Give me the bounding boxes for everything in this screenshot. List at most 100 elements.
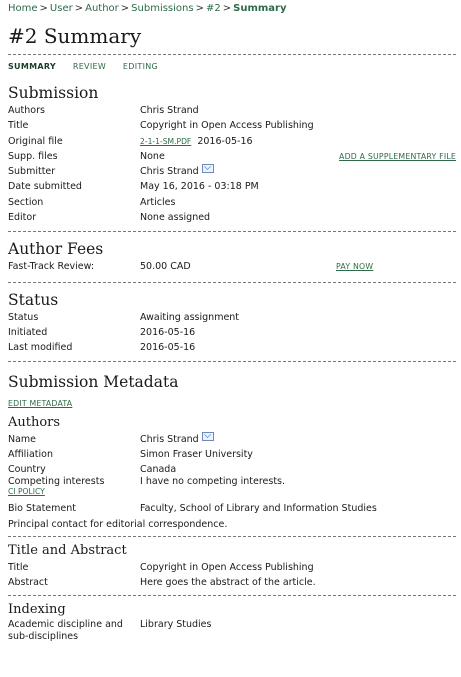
tab-review[interactable]: REVIEW <box>73 62 106 71</box>
breadcrumb-sep: > <box>120 3 130 14</box>
table-row: Bio Statement Faculty, School of Library… <box>8 501 456 516</box>
principal-contact-note: Principal contact for editorial correspo… <box>8 518 228 530</box>
section-value: Articles <box>140 196 176 208</box>
affiliation-label: Affiliation <box>8 448 53 460</box>
original-file-link[interactable]: 2-1-1-SM.PDF <box>140 137 191 146</box>
submitter-name: Chris Strand <box>140 166 199 178</box>
edit-metadata-link[interactable]: EDIT METADATA <box>8 399 72 408</box>
original-file-value: 2-1-1-SM.PDF 2016-05-16 <box>140 134 329 149</box>
original-file-label: Original file <box>8 135 63 147</box>
breadcrumb: Home > User > Author > Submissions > #2 > Summary <box>8 2 456 15</box>
title-value: Copyright in Open Access Publishing <box>140 120 314 132</box>
table-row: Authors Chris Strand <box>8 103 456 118</box>
breadcrumb-sep: > <box>39 3 48 14</box>
table-row: Original file 2-1-1-SM.PDF 2016-05-16 <box>8 134 456 149</box>
name-value: Chris Strand <box>140 431 456 447</box>
table-row: Fast-Track Review: 50.00 CAD PAY NOW <box>8 259 456 274</box>
status-label: Status <box>8 311 39 323</box>
table-row: Submitter Chris Strand <box>8 164 456 179</box>
tab-editing[interactable]: EDITING <box>123 62 158 71</box>
bio-statement-value: Faculty, School of Library and Informati… <box>140 503 377 515</box>
authors-heading: Authors <box>8 414 61 430</box>
status-heading: Status <box>8 290 59 309</box>
table-row: Title Copyright in Open Access Publishin… <box>8 560 456 575</box>
table-row: Competing interests CI POLICY I have no … <box>8 477 456 501</box>
breadcrumb-submission-id[interactable]: #2 <box>206 3 221 14</box>
submission-section: Submission Authors Chris Strand Title Co… <box>8 83 456 225</box>
breadcrumb-sep: > <box>222 3 232 14</box>
fast-track-label: Fast-Track Review: <box>8 261 95 273</box>
indexing-table: Academic discipline and sub-disciplines … <box>8 619 456 643</box>
country-label: Country <box>8 464 46 476</box>
last-modified-label: Last modified <box>8 342 73 354</box>
breadcrumb-submissions[interactable]: Submissions <box>131 3 193 14</box>
tab-summary[interactable]: SUMMARY <box>8 62 56 71</box>
ta-title-value: Copyright in Open Access Publishing <box>140 562 314 574</box>
add-supplementary-file-link[interactable]: ADD A SUPPLEMENTARY FILE <box>339 152 456 161</box>
author-fees-section: Author Fees Fast-Track Review: 50.00 CAD… <box>8 239 456 274</box>
authors-label: Authors <box>8 105 45 116</box>
last-modified-value: 2016-05-16 <box>140 342 196 354</box>
affiliation-value: Simon Fraser University <box>140 448 253 460</box>
table-row: Affiliation Simon Fraser University <box>8 447 456 462</box>
editor-label: Editor <box>8 212 37 224</box>
authors-value: Chris Strand <box>140 105 199 116</box>
discipline-value: Library Studies <box>140 618 212 630</box>
supp-files-value: None <box>140 150 165 162</box>
author-details-table: Name Chris Strand Affiliation Simon Fras… <box>8 431 456 532</box>
name-label: Name <box>8 433 37 445</box>
fast-track-amount: 50.00 CAD <box>140 261 191 273</box>
date-submitted-label: Date submitted <box>8 181 82 193</box>
page-title: #2 Summary <box>8 24 142 48</box>
submitter-label: Submitter <box>8 166 56 178</box>
tab-bar: SUMMARY REVIEW EDITING <box>8 62 456 76</box>
supp-files-label: Supp. files <box>8 150 58 162</box>
bio-statement-label: Bio Statement <box>8 503 76 515</box>
submission-heading: Submission <box>8 84 99 102</box>
title-abstract-heading: Title and Abstract <box>8 543 127 559</box>
table-row: Supp. files None ADD A SUPPLEMENTARY FIL… <box>8 149 456 164</box>
table-row: Section Articles <box>8 195 456 210</box>
date-submitted-value: May 16, 2016 - 03:18 PM <box>140 181 259 193</box>
title-abstract-table: Title Copyright in Open Access Publishin… <box>8 560 456 591</box>
competing-interests-label: Competing interests CI POLICY <box>8 477 140 501</box>
country-value: Canada <box>140 464 177 476</box>
ta-title-label: Title <box>8 562 29 574</box>
ci-policy-link[interactable]: CI POLICY <box>8 487 45 496</box>
table-row: Date submitted May 16, 2016 - 03:18 PM <box>8 179 456 194</box>
section-label: Section <box>8 196 44 208</box>
submitter-value: Chris Strand <box>140 164 329 179</box>
table-row: Country Canada <box>8 462 456 477</box>
table-row: Status Awaiting assignment <box>8 310 456 325</box>
email-icon[interactable] <box>201 164 214 174</box>
editor-value: None assigned <box>140 212 211 224</box>
discipline-label: Academic discipline and sub-disciplines <box>8 619 140 643</box>
pay-now-link[interactable]: PAY NOW <box>336 262 373 271</box>
status-section: Status Status Awaiting assignment Initia… <box>8 290 456 356</box>
title-label: Title <box>8 120 29 132</box>
initiated-label: Initiated <box>8 326 48 338</box>
table-row: Last modified 2016-05-16 <box>8 340 456 355</box>
breadcrumb-user[interactable]: User <box>50 3 73 14</box>
divider <box>8 594 456 596</box>
competing-interests-text: Competing interests <box>8 476 105 488</box>
discipline-label-line2: sub-disciplines <box>8 630 79 642</box>
breadcrumb-home[interactable]: Home <box>8 3 38 14</box>
breadcrumb-author[interactable]: Author <box>85 3 119 14</box>
author-fees-heading: Author Fees <box>8 240 104 259</box>
table-row: Academic discipline and sub-disciplines … <box>8 619 456 643</box>
divider <box>8 231 456 233</box>
divider <box>8 54 456 55</box>
submission-table: Authors Chris Strand Title Copyright in … <box>8 103 456 225</box>
table-row: Initiated 2016-05-16 <box>8 325 456 340</box>
metadata-heading: Submission Metadata <box>8 372 179 391</box>
email-icon[interactable] <box>201 431 214 441</box>
table-row: Title Copyright in Open Access Publishin… <box>8 118 456 133</box>
table-row: Abstract Here goes the abstract of the a… <box>8 575 456 590</box>
original-file-date: 2016-05-16 <box>197 135 253 147</box>
status-value: Awaiting assignment <box>140 311 240 323</box>
divider <box>8 536 456 538</box>
table-row: Principal contact for editorial correspo… <box>8 517 456 532</box>
initiated-value: 2016-05-16 <box>140 326 196 338</box>
breadcrumb-current[interactable]: Summary <box>233 3 286 14</box>
